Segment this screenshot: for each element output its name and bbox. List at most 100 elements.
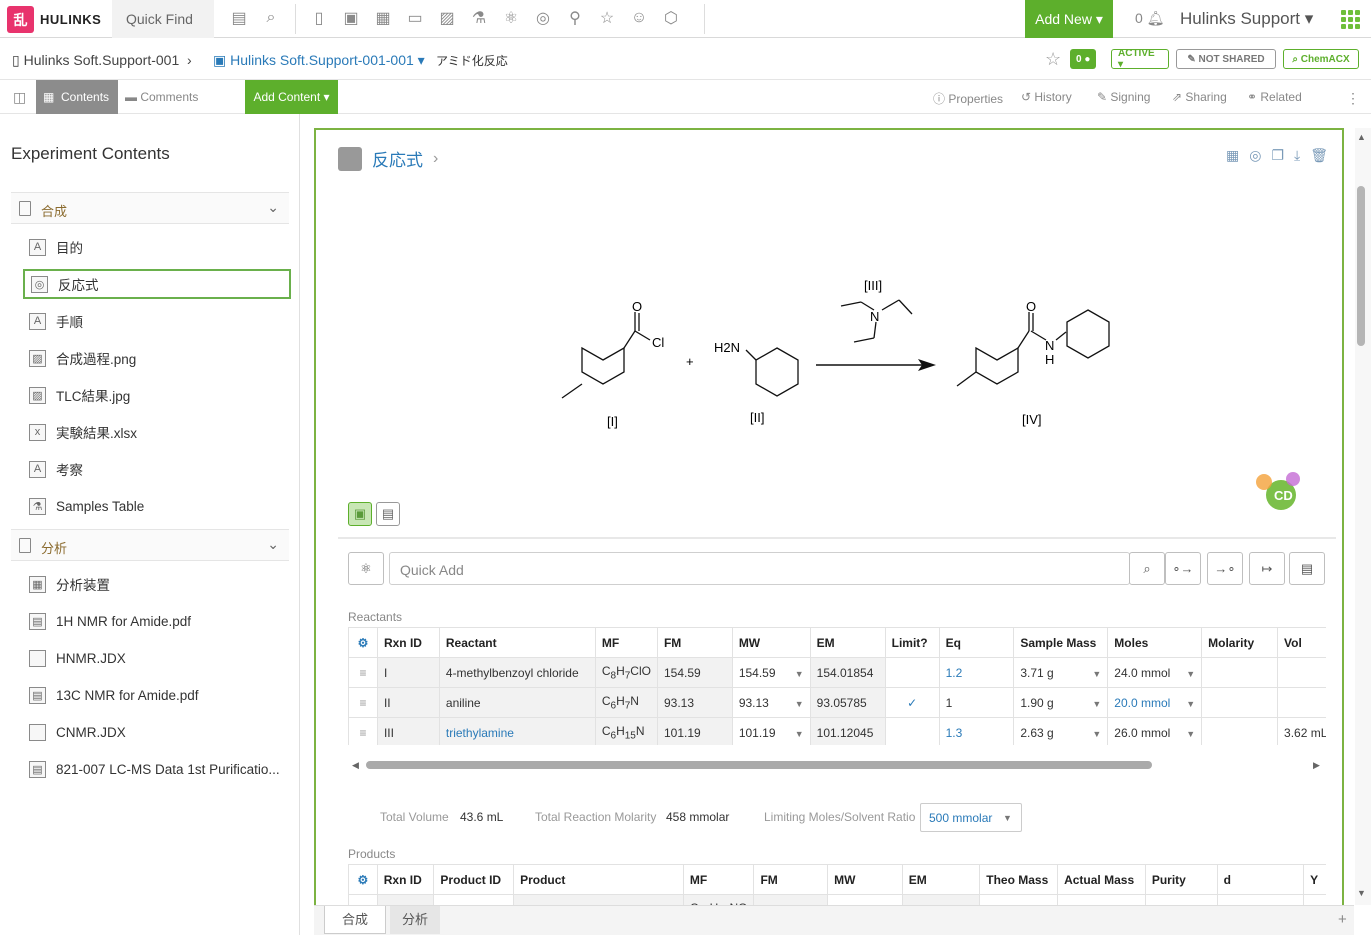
download-icon[interactable]: ⤓ [1294,147,1300,164]
sidebar-item[interactable]: HNMR.JDX [23,643,291,673]
chevron-right-icon[interactable]: › [433,150,438,168]
chemdraw-logo[interactable]: CD [1252,470,1312,518]
volume[interactable] [1277,657,1326,688]
calendar-icon[interactable]: ▦ [374,9,392,27]
chevron-down-icon[interactable]: ⌄ [267,199,279,216]
reactant-name[interactable]: aniline [438,687,596,718]
limiting-check[interactable] [884,717,940,745]
dropdown-icon[interactable]: ▼ [1092,729,1101,739]
table-settings-icon[interactable]: ⚙ [348,627,378,658]
dropdown-icon[interactable]: ▼ [1092,699,1101,709]
column-header[interactable]: EM [809,627,886,658]
sample-mass[interactable]: 3.71 g ▼ [1013,657,1109,688]
moles[interactable]: 26.0 mmol ▼ [1107,717,1203,745]
properties-link[interactable]: ⓘ Properties [933,90,1003,107]
column-header[interactable]: MF [682,864,755,895]
product-name[interactable]: 4-methyl-N-phenylbenzamide [513,894,684,905]
sidebar-item[interactable]: A 手順 [23,306,291,336]
density[interactable] [1216,894,1305,905]
column-header[interactable]: FM [753,864,829,895]
molarity[interactable] [1201,717,1279,745]
moles[interactable]: 24.0 mmol ▼ [1107,657,1203,688]
column-header[interactable]: MW [827,864,903,895]
equivalents[interactable]: 1.2 [938,657,1015,688]
chemacx-badge[interactable]: ⌕ ChemACX [1283,49,1359,69]
moles[interactable]: 20.0 mmol ▼ [1107,687,1203,718]
apps-grid-icon[interactable] [1341,10,1360,29]
signing-link[interactable]: ✎ Signing [1097,90,1150,104]
breadcrumb-experiment[interactable]: ▣ Hulinks Soft.Support-001-001 ▾ [213,52,425,69]
scroll-up-icon[interactable]: ▲ [1357,132,1366,142]
add-reactant-button[interactable]: ∘→ [1165,552,1201,585]
sidebar-item[interactable]: ▨ TLC結果.jpg [23,380,291,410]
history-link[interactable]: ↺ History [1021,90,1072,104]
molecular-weight[interactable]: 154.59 ▼ [731,657,811,688]
dropdown-icon[interactable]: ▼ [1092,669,1101,679]
sidebar-item[interactable]: A 目的 [23,232,291,262]
column-header[interactable]: Rxn ID [376,627,440,658]
sidebar-item[interactable]: ▤ 1H NMR for Amide.pdf [23,606,291,636]
scroll-right-icon[interactable]: ▶ [1313,760,1320,771]
sidebar-toggle-icon[interactable]: ◫ [13,89,26,106]
molarity[interactable] [1201,657,1279,688]
section-synthesis[interactable]: 合成 ⌄ [11,192,289,224]
volume[interactable]: 3.62 mL [1277,717,1326,745]
sidebar-item[interactable]: x 実験結果.xlsx [23,417,291,447]
sample-mass[interactable]: 1.90 g ▼ [1013,687,1109,718]
column-header[interactable]: Purity [1144,864,1218,895]
column-header[interactable]: Product ID [433,864,515,895]
trash-icon[interactable]: 🗑︎ [1310,147,1328,164]
sidebar-item-selected[interactable]: ◎ 反応式 [23,269,291,299]
paste-structure-icon[interactable]: ▣ [348,502,372,526]
column-header[interactable]: MF [594,627,658,658]
sidebar-item[interactable]: ⚗ Samples Table [23,491,291,521]
table-row[interactable]: ≡ IV P1 4-methyl-N-phenylbenzamide C14H1… [348,894,1326,905]
drag-handle-icon[interactable]: ≡ [348,657,378,688]
column-header[interactable]: Molarity [1201,627,1279,658]
dropdown-icon[interactable]: ▼ [1186,669,1195,679]
structure-search-button[interactable]: ⚛ [348,552,384,585]
column-header[interactable]: Sample Mass [1013,627,1109,658]
copy-icon[interactable]: ❐ [1271,147,1284,164]
sidebar-item[interactable]: ▤ 13C NMR for Amide.pdf [23,680,291,710]
column-header[interactable]: Vol [1277,627,1326,658]
column-header[interactable]: Actual Mass [1057,864,1146,895]
sharing-link[interactable]: ⇗ Sharing [1172,90,1227,104]
tab-synthesis[interactable]: 合成 [324,906,386,934]
users-icon[interactable]: ☺ [630,9,648,27]
theoretical-mass[interactable]: 4.23 g [979,894,1059,905]
chevron-down-icon[interactable]: ⌄ [267,536,279,553]
add-product-button[interactable]: →∘ [1207,552,1243,585]
molecular-weight[interactable]: 211.26 [827,894,903,905]
molecule-icon[interactable]: ⚛ [502,9,520,27]
limiting-check-icon[interactable]: ✓ [884,687,940,718]
column-header[interactable]: Product [513,864,684,895]
yield[interactable]: 8 [1303,894,1326,905]
scroll-left-icon[interactable]: ◀ [352,760,359,771]
star-icon[interactable]: ☆ [598,9,616,27]
volume[interactable] [1277,687,1326,718]
report-icon[interactable]: ▨ [438,9,456,27]
scroll-down-icon[interactable]: ▼ [1357,888,1366,898]
reaction-icon[interactable]: ◎ [534,9,552,27]
vertical-scrollbar[interactable]: ▲ ▼ [1355,128,1371,905]
flask-icon[interactable]: ⚗ [470,9,488,27]
sidebar-item[interactable]: CNMR.JDX [23,717,291,747]
drag-handle-icon[interactable]: ≡ [348,894,378,905]
product-id[interactable]: P1 [433,894,515,905]
dropdown-icon[interactable]: ▼ [795,699,804,709]
sidebar-item[interactable]: ▤ 821-007 LC-MS Data 1st Purificatio... [23,754,291,784]
dropdown-icon[interactable]: ▼ [795,669,804,679]
favorite-star-icon[interactable]: ☆ [1045,49,1061,70]
tab-analysis[interactable]: 分析 [390,906,440,934]
column-header[interactable]: Reactant [438,627,596,658]
equivalents[interactable]: 1.3 [938,717,1015,745]
breadcrumb-notebook[interactable]: ▯ Hulinks Soft.Support-001 › [12,52,192,69]
app-logo[interactable]: 乱 HULINKS [7,6,101,33]
add-new-button[interactable]: Add New ▾ [1025,0,1113,38]
column-header[interactable]: Theo Mass [979,864,1059,895]
beaker-icon[interactable]: ⚲ [566,9,584,27]
table-icon[interactable]: ▦ [1226,147,1239,164]
more-options-icon[interactable]: ⋮ [1346,90,1360,107]
dropdown-icon[interactable]: ▼ [795,729,804,739]
